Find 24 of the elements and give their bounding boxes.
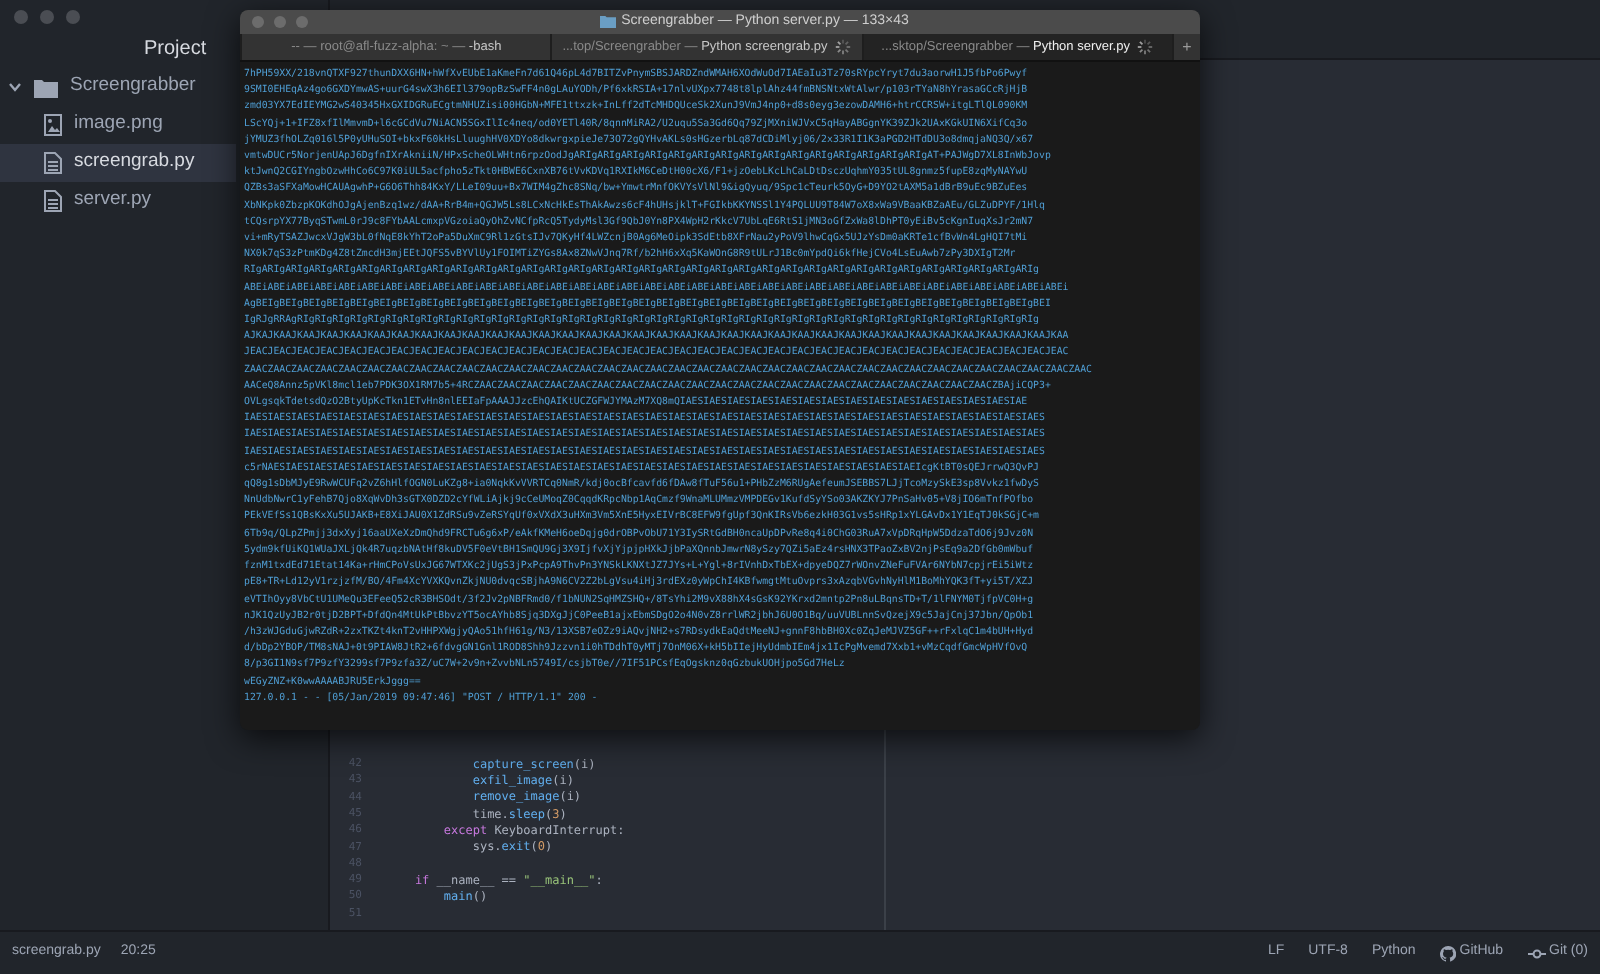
- panel-title: Project: [144, 35, 207, 63]
- window-minimize-button[interactable]: [274, 16, 286, 28]
- commit-icon: [1527, 947, 1546, 959]
- window-zoom-button[interactable]: [296, 16, 308, 28]
- tree-item[interactable]: Screengrabber: [0, 68, 236, 106]
- tree-item-label: screengrab.py: [74, 148, 195, 177]
- chevron-icon: [8, 80, 22, 94]
- window-zoom-button[interactable]: [66, 10, 80, 24]
- window-close-button[interactable]: [14, 10, 28, 24]
- octocat-icon: [1439, 945, 1456, 961]
- tree-item-label: Screengrabber: [70, 72, 196, 101]
- tree-item-label: server.py: [74, 186, 152, 215]
- tree-item[interactable]: image.png: [0, 106, 236, 144]
- file-icon: [44, 190, 62, 212]
- folder-icon: [599, 16, 616, 28]
- file-icon: [44, 152, 62, 174]
- tree-item-label: image.png: [74, 110, 163, 139]
- image-file-icon: [44, 114, 62, 136]
- window-close-button[interactable]: [252, 16, 264, 28]
- new-tab-button[interactable]: +: [1171, 34, 1200, 60]
- folder-icon: [34, 77, 58, 97]
- tree-item[interactable]: server.py: [0, 182, 236, 220]
- window-minimize-button[interactable]: [40, 10, 54, 24]
- tree-item[interactable]: screengrab.py: [0, 144, 236, 182]
